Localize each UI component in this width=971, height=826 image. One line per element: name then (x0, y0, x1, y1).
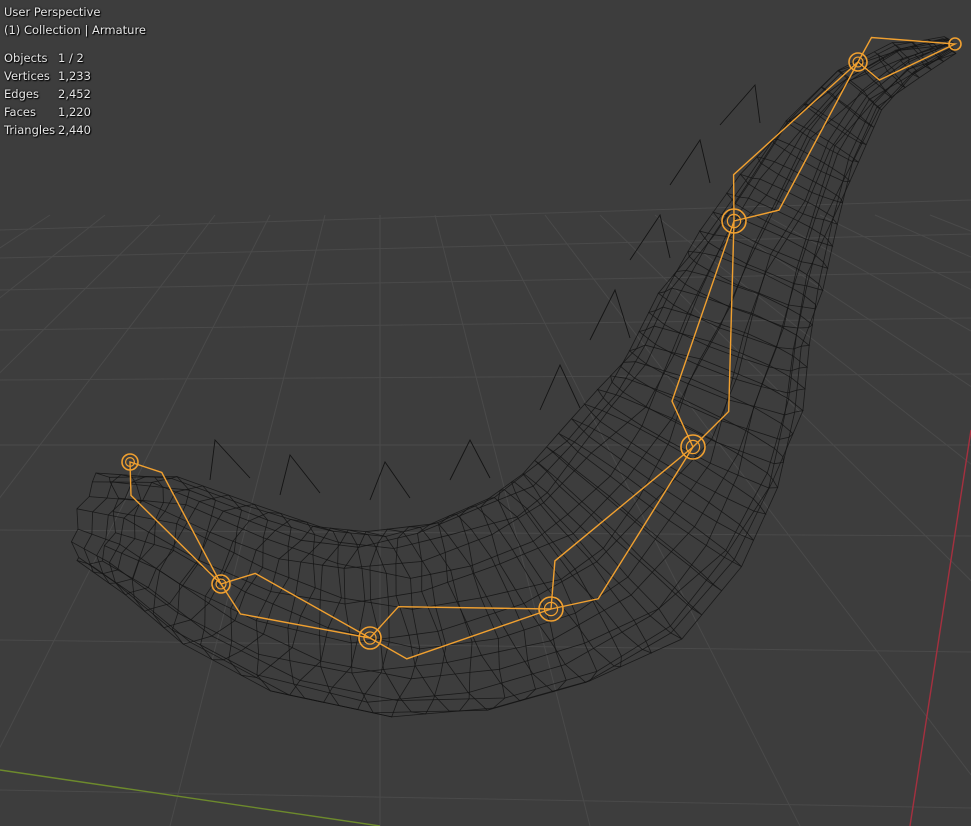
grid-line (0, 271, 971, 291)
grid-line (929, 214, 971, 232)
grid-line (0, 214, 106, 299)
grid-line (434, 214, 591, 826)
grid-line (0, 214, 51, 249)
grid-line (0, 199, 971, 231)
grid-line (819, 214, 971, 290)
y-axis-line (0, 769, 381, 826)
mesh-ring (534, 460, 703, 616)
mesh-fin (369, 461, 411, 501)
mesh-fin (279, 454, 321, 496)
mesh-ring (70, 472, 120, 565)
mesh-ring (319, 529, 390, 711)
mesh-edge-loop (89, 53, 957, 718)
mesh-ring (583, 403, 767, 515)
mesh-ring (596, 388, 779, 489)
grid-line (544, 214, 971, 776)
mesh-fin (589, 288, 631, 341)
mesh-ring (395, 526, 473, 712)
mesh-fin (719, 83, 761, 126)
grid-line (0, 214, 161, 374)
mesh-edge-loop (77, 42, 944, 644)
mesh-ring (756, 156, 844, 204)
grid-line (0, 373, 971, 381)
grid-line (0, 639, 971, 653)
mesh-edge-loop (115, 43, 949, 650)
mesh-ring (628, 344, 804, 416)
mesh-ring (610, 375, 784, 465)
mesh-ring (255, 525, 342, 696)
grid-line (0, 214, 271, 749)
floor-grid (0, 199, 971, 826)
mesh-fin (539, 363, 581, 411)
mesh-ring (571, 418, 754, 541)
grid-line (0, 529, 971, 537)
mesh-ring (83, 474, 142, 575)
mesh-fin (449, 439, 491, 481)
mesh-ring (803, 103, 867, 146)
mesh-fin (209, 438, 251, 481)
scene-canvas[interactable] (0, 0, 971, 826)
grid-line (0, 317, 971, 331)
mesh-edge-loop (71, 48, 951, 674)
mesh-edge-loop (76, 50, 951, 714)
grid-line (709, 214, 971, 388)
bone-octahedron (219, 572, 371, 639)
grid-line (0, 789, 971, 809)
mesh-ring (108, 476, 190, 596)
3d-viewport[interactable]: User Perspective (1) Collection | Armatu… (0, 0, 971, 826)
mesh-ring (417, 522, 506, 711)
mesh-edge-loop (118, 43, 955, 579)
mesh-ring (772, 138, 851, 183)
mesh-fin (669, 138, 711, 186)
bone-octahedron (368, 605, 552, 660)
x-axis-line (909, 429, 971, 826)
mesh-edge-loop (95, 36, 945, 533)
